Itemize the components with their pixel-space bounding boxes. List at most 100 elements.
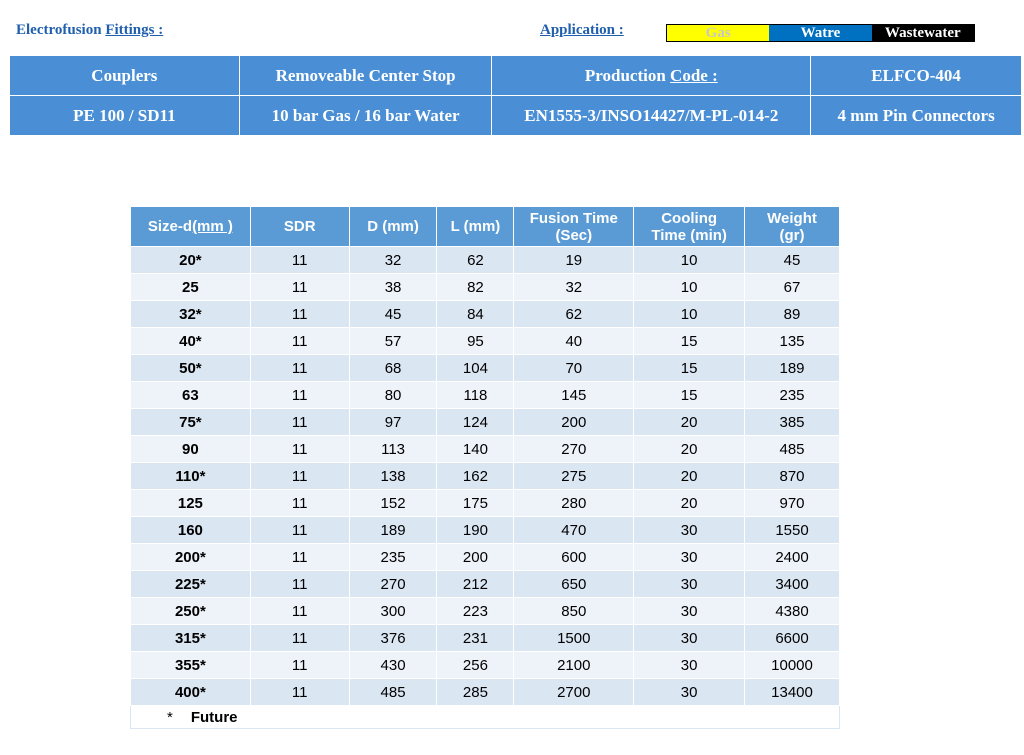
cell-l: 84 <box>436 300 515 328</box>
cell-d: 189 <box>348 516 438 544</box>
connector-spec: 4 mm Pin Connectors <box>810 95 1022 136</box>
product-type: Couplers <box>9 55 240 96</box>
cell-size: 90 <box>130 435 251 463</box>
table-body: 20* 11 32 62 19 10 45 25 11 38 82 32 10 67 32* 11 45 84 62… <box>130 246 840 706</box>
cell-sdr: 11 <box>249 246 350 274</box>
product-info-table: Couplers Removeable Center Stop Producti… <box>9 55 1022 136</box>
cell-cooling-time: 30 <box>633 597 746 625</box>
production-code-value: ELFCO-404 <box>810 55 1022 96</box>
cell-weight: 13400 <box>744 678 840 706</box>
table-row: 75* 11 97 124 200 20 385 <box>130 408 840 436</box>
cell-d: 430 <box>348 651 438 679</box>
cell-sdr: 11 <box>249 300 350 328</box>
cell-size: 40* <box>130 327 251 355</box>
cell-cooling-time: 15 <box>633 381 746 409</box>
cell-fusion-time: 470 <box>513 516 635 544</box>
cell-cooling-time: 10 <box>633 300 746 328</box>
cell-fusion-time: 62 <box>513 300 635 328</box>
cell-size: 315* <box>130 624 251 652</box>
cell-weight: 4380 <box>744 597 840 625</box>
cell-fusion-time: 270 <box>513 435 635 463</box>
cell-sdr: 11 <box>249 462 350 490</box>
cell-d: 45 <box>348 300 438 328</box>
header-cooling-line2: Time (min) <box>651 226 727 244</box>
cell-fusion-time: 275 <box>513 462 635 490</box>
cell-d: 485 <box>348 678 438 706</box>
cell-d: 38 <box>348 273 438 301</box>
table-row: 315* 11 376 231 1500 30 6600 <box>130 624 840 652</box>
table-row: 40* 11 57 95 40 15 135 <box>130 327 840 355</box>
table-row: 32* 11 45 84 62 10 89 <box>130 300 840 328</box>
cell-d: 138 <box>348 462 438 490</box>
cell-l: 62 <box>436 246 515 274</box>
cell-weight: 135 <box>744 327 840 355</box>
cell-l: 104 <box>436 354 515 382</box>
application-legend: Gas Watre Wastewater <box>666 24 975 42</box>
cell-fusion-time: 145 <box>513 381 635 409</box>
pressure-rating: 10 bar Gas / 16 bar Water <box>238 95 493 136</box>
cell-d: 57 <box>348 327 438 355</box>
cell-cooling-time: 10 <box>633 273 746 301</box>
table-row: 250* 11 300 223 850 30 4380 <box>130 597 840 625</box>
footnote: * Future <box>130 705 840 729</box>
cell-l: 223 <box>436 597 515 625</box>
cell-cooling-time: 20 <box>633 489 746 517</box>
application-wastewater: Wastewater <box>871 25 974 41</box>
table-header-row: Size-d(mm ) SDR D (mm) L (mm) Fusion Tim… <box>130 206 840 247</box>
header-fusion-time: Fusion Time (Sec) <box>513 206 635 247</box>
cell-cooling-time: 10 <box>633 246 746 274</box>
cell-l: 140 <box>436 435 515 463</box>
cell-sdr: 11 <box>249 651 350 679</box>
footnote-text: Future <box>190 708 238 726</box>
cell-size: 63 <box>130 381 251 409</box>
table-row: 200* 11 235 200 600 30 2400 <box>130 543 840 571</box>
cell-fusion-time: 600 <box>513 543 635 571</box>
cell-fusion-time: 19 <box>513 246 635 274</box>
cell-size: 110* <box>130 462 251 490</box>
cell-sdr: 11 <box>249 543 350 571</box>
cell-fusion-time: 70 <box>513 354 635 382</box>
header-weight-line2: (gr) <box>779 226 805 244</box>
cell-d: 80 <box>348 381 438 409</box>
cell-weight: 10000 <box>744 651 840 679</box>
production-code-prefix: Production <box>584 65 671 85</box>
cell-size: 125 <box>130 489 251 517</box>
table-row: 110* 11 138 162 275 20 870 <box>130 462 840 490</box>
cell-d: 113 <box>348 435 438 463</box>
table-row: 90 11 113 140 270 20 485 <box>130 435 840 463</box>
cell-l: 212 <box>436 570 515 598</box>
table-row: 125 11 152 175 280 20 970 <box>130 489 840 517</box>
cell-fusion-time: 2700 <box>513 678 635 706</box>
cell-d: 376 <box>348 624 438 652</box>
title-link[interactable]: Fittings : <box>105 22 163 38</box>
cell-sdr: 11 <box>249 381 350 409</box>
cell-weight: 385 <box>744 408 840 436</box>
header-cooling-time: Cooling Time (min) <box>633 206 746 247</box>
cell-sdr: 11 <box>249 678 350 706</box>
cell-l: 118 <box>436 381 515 409</box>
cell-d: 152 <box>348 489 438 517</box>
production-code-label: Production Code : <box>491 55 812 96</box>
cell-d: 68 <box>348 354 438 382</box>
cell-d: 32 <box>348 246 438 274</box>
cell-weight: 45 <box>744 246 840 274</box>
cell-d: 97 <box>348 408 438 436</box>
cell-size: 75* <box>130 408 251 436</box>
header-l: L (mm) <box>436 206 515 247</box>
cell-sdr: 11 <box>249 408 350 436</box>
table-row: 400* 11 485 285 2700 30 13400 <box>130 678 840 706</box>
cell-weight: 235 <box>744 381 840 409</box>
cell-size: 200* <box>130 543 251 571</box>
application-gas: Gas <box>667 25 770 41</box>
cell-cooling-time: 20 <box>633 408 746 436</box>
cell-fusion-time: 850 <box>513 597 635 625</box>
cell-sdr: 11 <box>249 516 350 544</box>
footnote-symbol: * <box>167 708 173 726</box>
header-weight-line1: Weight <box>767 209 817 227</box>
cell-fusion-time: 32 <box>513 273 635 301</box>
production-code-link: Code : <box>670 65 718 85</box>
cell-cooling-time: 15 <box>633 327 746 355</box>
cell-weight: 1550 <box>744 516 840 544</box>
application-label[interactable]: Application : <box>540 22 624 39</box>
cell-l: 95 <box>436 327 515 355</box>
